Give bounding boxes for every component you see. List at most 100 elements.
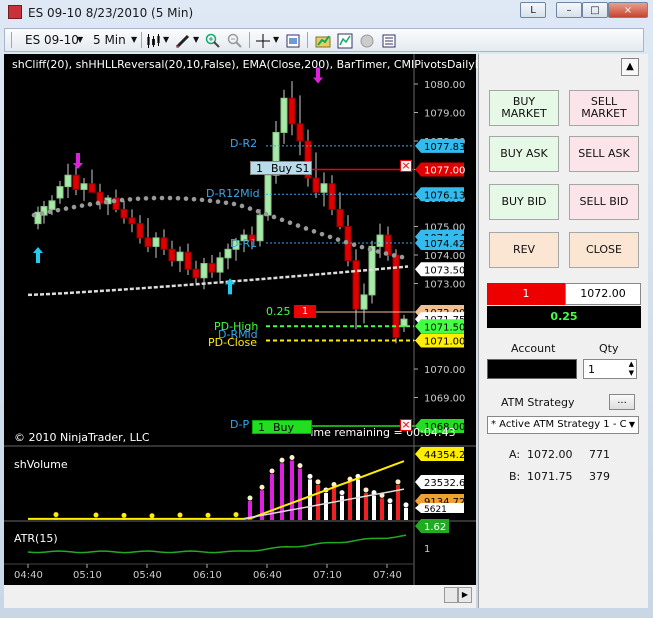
atm-strategy-select[interactable]: * Active ATM Strategy 1 - C ▼ [487,416,639,434]
order-buy-s1[interactable]: 1 Buy S1 [250,161,312,175]
order-buy-t1[interactable]: 1 Buy T1 [252,420,312,447]
volume-tag: 44354.2 [415,447,465,461]
candle-body [376,234,384,247]
maximize-button[interactable]: □ [582,2,608,18]
order-label: Buy T1 [273,421,295,447]
properties-icon[interactable] [285,33,301,49]
chart-area[interactable]: 44354.2 23532.6 9134.72 5621 1.62 1 1080.00 1… [4,54,508,608]
volume-dot [269,468,275,474]
buy-ask-button[interactable]: BUY ASK [489,136,559,172]
chevron-down-icon[interactable]: ▼ [163,32,169,48]
candle [104,195,112,216]
collapse-panel-button[interactable]: ▲ [621,58,639,76]
price-axis-label: 1074.00 [424,251,465,262]
copyright-text: © 2010 NinjaTrader, LLC [14,431,150,444]
sell-bid-button[interactable]: SELL BID [569,184,639,220]
volume-dot [387,498,393,504]
price-tag-label: 1071.50 [424,322,465,333]
candle [216,252,224,284]
price-axis-label: 1080.00 [424,80,465,91]
position-price: 1072.00 [565,283,641,305]
volume-dot [297,463,303,469]
candle [312,152,320,198]
candlestick-style-icon[interactable] [145,33,161,49]
chevron-down-icon[interactable]: ▼ [77,32,83,48]
sell-ask-button[interactable]: SELL ASK [569,136,639,172]
account-selector[interactable] [487,359,577,379]
buy-market-button[interactable]: BUY MARKET [489,90,559,126]
price-tag: 1077.83 [415,138,465,153]
candle-body [328,183,336,210]
candle-body [256,214,264,242]
price-tag-label: 1077.00 [424,166,465,177]
candle [34,206,42,230]
cancel-order-button[interactable]: × [400,160,412,172]
candle-body [136,223,144,239]
cliff-dot [327,234,333,240]
ask-label: A: [509,448,521,461]
candle-body [216,257,224,273]
buy-bid-button[interactable]: BUY BID [489,184,559,220]
close-position-button[interactable]: CLOSE [569,232,639,268]
cliff-dot [143,196,149,201]
indicators-icon[interactable] [337,33,353,49]
close-window-button[interactable]: × [608,2,648,18]
volume-tag-label: 44354.2 [424,450,465,461]
cliff-dot [191,196,197,202]
position-avg-price: 0.25 [266,305,291,318]
atr-panel-label: ATR(15) [14,532,58,545]
chevron-down-icon[interactable]: ▼ [193,32,199,48]
cliff-dot [247,206,253,211]
period-selector[interactable]: 5 Min [93,32,126,48]
toolbar-grip [11,32,12,48]
position-quantity: 1 [487,283,565,305]
chart-trader-icon[interactable] [315,33,331,49]
candle-body [224,248,232,259]
ask-size: 771 [589,448,610,461]
atr-tag-label: 1.62 [424,522,446,533]
cliff-dot [263,211,269,217]
volume-bar [348,482,352,520]
cliff-dot [167,195,173,201]
cliff-dot [319,231,325,237]
candle-body [336,208,344,227]
candle-body [56,186,64,199]
instrument-selector[interactable]: ES 09-10 [25,32,79,48]
candle-body [320,183,328,193]
reverse-button[interactable]: REV [489,232,559,268]
toolbar-separator [249,32,250,48]
atm-strategy-value: * Active ATM Strategy 1 - C [491,419,627,430]
position-qty-marker[interactable]: 1 [294,305,316,318]
atm-strategy-more-button[interactable]: ... [609,394,635,410]
volume-panel-label: shVolume [14,458,68,471]
scrollbar-thumb[interactable] [444,587,458,603]
chevron-down-icon[interactable]: ▼ [629,417,635,433]
chevron-down-icon[interactable]: ▼ [131,32,137,48]
strategies-icon[interactable] [359,33,375,49]
sell-market-button[interactable]: SELL MARKET [569,90,639,126]
crosshair-icon[interactable] [255,33,271,49]
link-button[interactable]: L [520,2,546,18]
candle [56,180,64,204]
chevron-down-icon[interactable]: ▼ [273,32,279,48]
minimize-button[interactable]: – [556,2,582,18]
scroll-right-button[interactable]: ▶ [458,587,472,603]
cliff-dot [183,196,189,201]
zoom-in-icon[interactable] [205,33,221,49]
candle-body [144,237,152,247]
quantity-stepper[interactable]: 1 ▲ ▼ [583,359,637,379]
cancel-order-button[interactable]: × [400,419,412,431]
volume-dot [233,512,239,518]
cliff-dot [47,209,53,215]
candle-body [200,263,208,279]
pencil-draw-icon[interactable] [175,33,191,49]
candle-body [168,248,176,262]
candle-body [264,174,272,216]
candle [208,255,216,278]
stepper-arrows-icon[interactable]: ▲ ▼ [629,360,634,378]
cliff-dot [303,226,309,231]
data-box-icon[interactable] [381,33,397,49]
zoom-out-icon[interactable] [227,33,243,49]
candle [168,240,176,267]
qty-label: Qty [599,342,619,355]
